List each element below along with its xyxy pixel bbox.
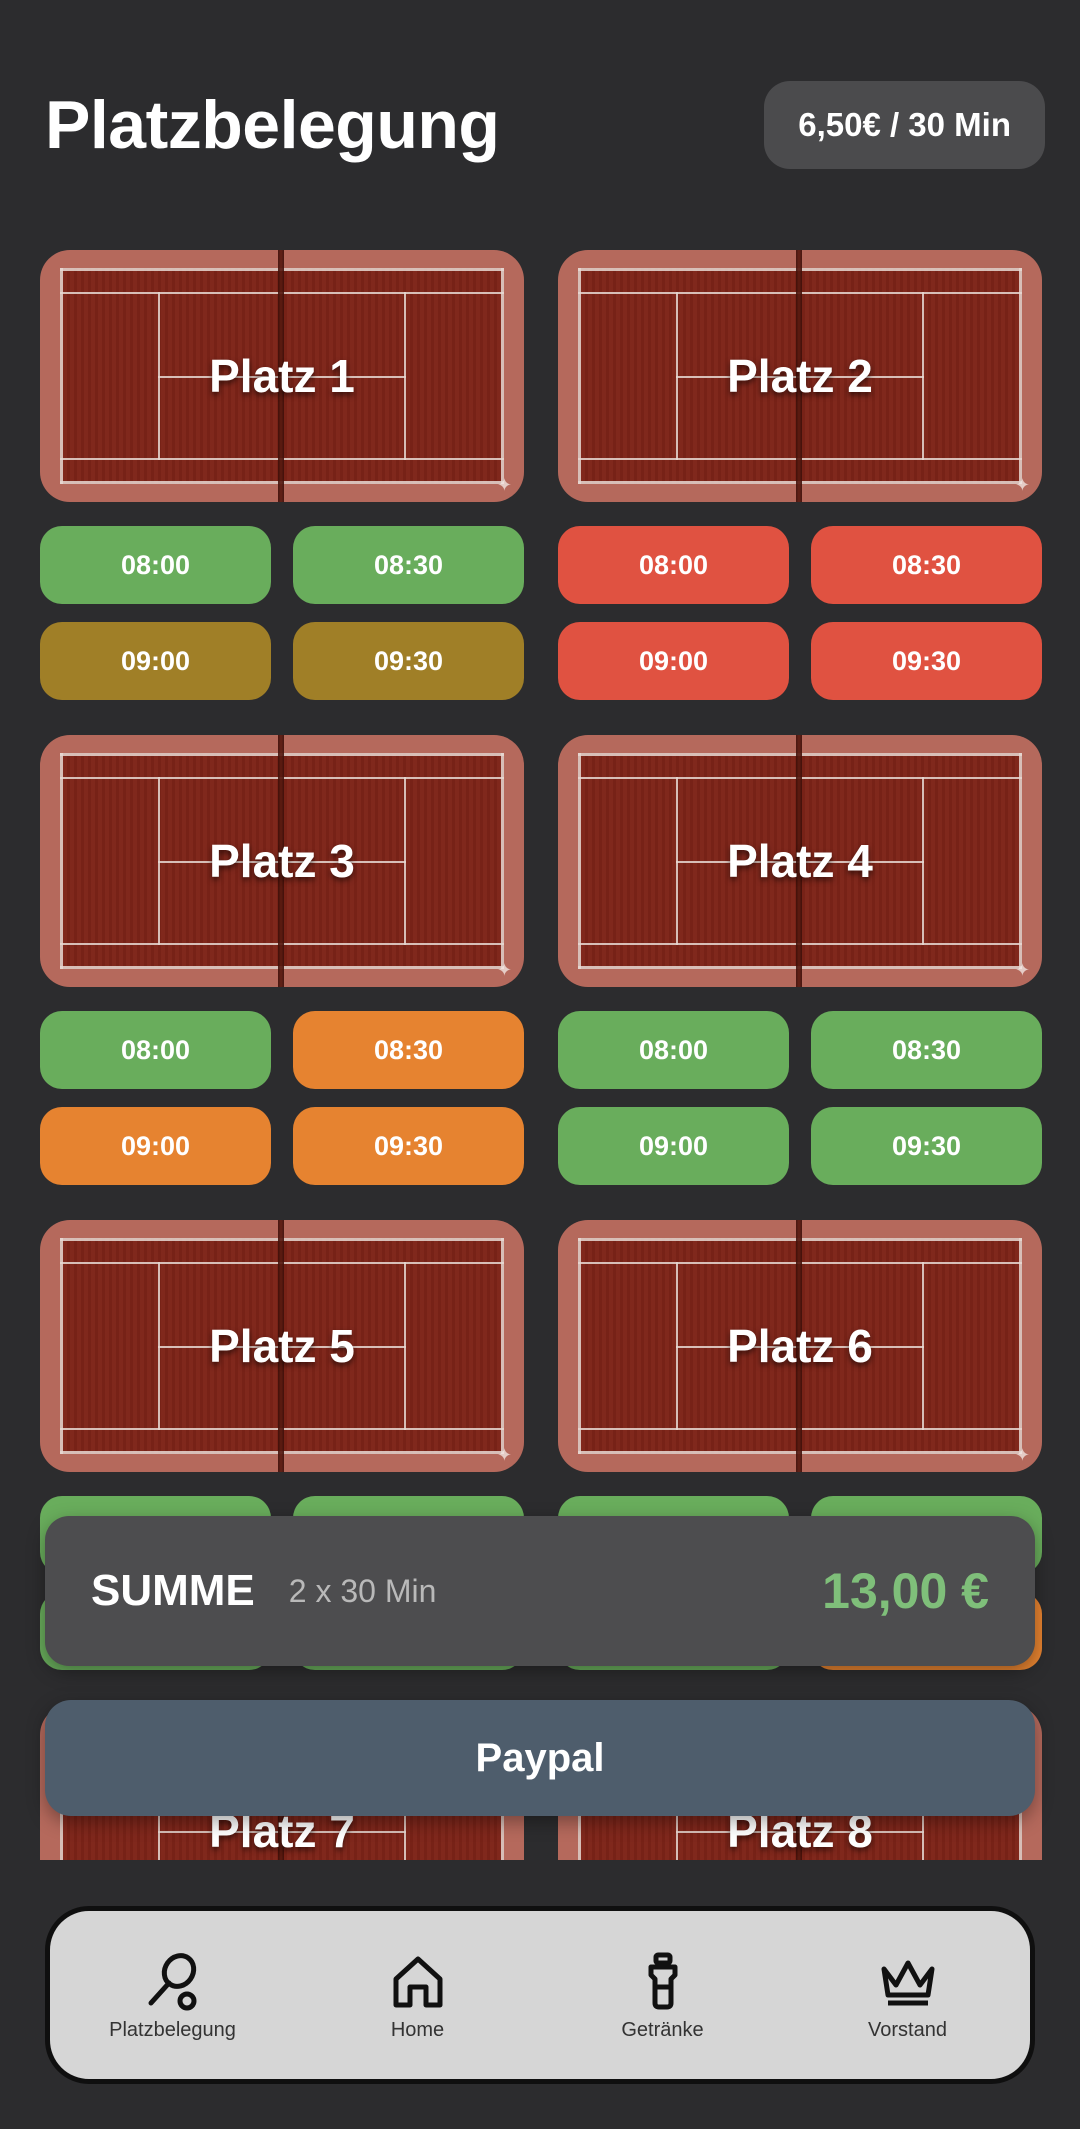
bottom-navigation: Platzbelegung Home Getränke Vorstand <box>45 1906 1035 2084</box>
court-card: ✦ Platz 4 08:00 08:30 09:00 09:30 <box>558 735 1042 1185</box>
court-card: ✦ Platz 3 08:00 08:30 09:00 09:30 <box>40 735 524 1185</box>
price-badge: 6,50€ / 30 Min <box>764 81 1045 169</box>
court-image[interactable]: ✦ Platz 6 <box>558 1220 1042 1472</box>
nav-item-getraenke[interactable]: Getränke <box>553 1949 773 2042</box>
nav-item-platzbelegung[interactable]: Platzbelegung <box>63 1949 283 2042</box>
time-slot-button[interactable]: 09:00 <box>558 622 789 700</box>
time-slots: 08:00 08:30 09:00 09:30 <box>558 526 1042 700</box>
crown-icon <box>881 1960 934 2005</box>
time-slot-button[interactable]: 08:00 <box>558 1011 789 1089</box>
court-card: ✦ Platz 1 08:00 08:30 09:00 09:30 <box>40 250 524 700</box>
time-slot-button[interactable]: 08:00 <box>558 526 789 604</box>
time-slot-button[interactable]: 09:30 <box>811 1107 1042 1185</box>
home-icon <box>393 1956 442 2007</box>
court-image[interactable]: ✦ Platz 3 <box>40 735 524 987</box>
time-slot-button[interactable]: 09:00 <box>558 1107 789 1185</box>
time-slot-button[interactable]: 08:30 <box>293 1011 524 1089</box>
court-image[interactable]: ✦ Platz 1 <box>40 250 524 502</box>
time-slot-button[interactable]: 08:30 <box>811 1011 1042 1089</box>
time-slots: 08:00 08:30 09:00 09:30 <box>40 526 524 700</box>
paypal-button[interactable]: Paypal <box>45 1700 1035 1816</box>
court-card: ✦ Platz 2 08:00 08:30 09:00 09:30 <box>558 250 1042 700</box>
time-slots: 08:00 08:30 09:00 09:30 <box>40 1011 524 1185</box>
nav-item-vorstand[interactable]: Vorstand <box>798 1949 1018 2042</box>
court-image[interactable]: ✦ Platz 5 <box>40 1220 524 1472</box>
court-image[interactable]: ✦ Platz 2 <box>558 250 1042 502</box>
nav-item-home[interactable]: Home <box>308 1949 528 2042</box>
summary-total: 13,00 € <box>822 1563 989 1619</box>
time-slot-button[interactable]: 08:00 <box>40 1011 271 1089</box>
court-label: Platz 1 <box>209 350 355 402</box>
time-slot-button[interactable]: 08:30 <box>811 526 1042 604</box>
bottle-icon <box>648 1952 677 2009</box>
court-label: Platz 2 <box>727 350 873 402</box>
page-title: Platzbelegung <box>45 87 500 163</box>
nav-label: Vorstand <box>868 2018 947 2041</box>
time-slot-button[interactable]: 09:00 <box>40 1107 271 1185</box>
summary-label: SUMME <box>91 1566 255 1615</box>
court-label: Platz 6 <box>727 1320 873 1372</box>
court-label: Platz 3 <box>209 835 355 887</box>
summary-bar: SUMME 2 x 30 Min 13,00 € <box>45 1516 1035 1666</box>
court-label: Platz 5 <box>209 1320 355 1372</box>
time-slot-button[interactable]: 09:30 <box>293 622 524 700</box>
time-slot-button[interactable]: 08:00 <box>40 526 271 604</box>
time-slot-button[interactable]: 08:30 <box>293 526 524 604</box>
nav-label: Platzbelegung <box>109 2018 236 2041</box>
header: Platzbelegung 6,50€ / 30 Min <box>45 80 1045 170</box>
court-label: Platz 4 <box>727 835 873 887</box>
nav-label: Getränke <box>621 2018 704 2041</box>
time-slots: 08:00 08:30 09:00 09:30 <box>558 1011 1042 1185</box>
time-slot-button[interactable]: 09:00 <box>40 622 271 700</box>
time-slot-button[interactable]: 09:30 <box>811 622 1042 700</box>
time-slot-button[interactable]: 09:30 <box>293 1107 524 1185</box>
racket-icon <box>148 1952 196 2010</box>
court-booking-screen: Platzbelegung 6,50€ / 30 Min ✦ Platz 1 08:… <box>0 0 1080 2129</box>
summary-detail: 2 x 30 Min <box>288 1572 437 1609</box>
court-image[interactable]: ✦ Platz 4 <box>558 735 1042 987</box>
nav-label: Home <box>390 2018 445 2041</box>
